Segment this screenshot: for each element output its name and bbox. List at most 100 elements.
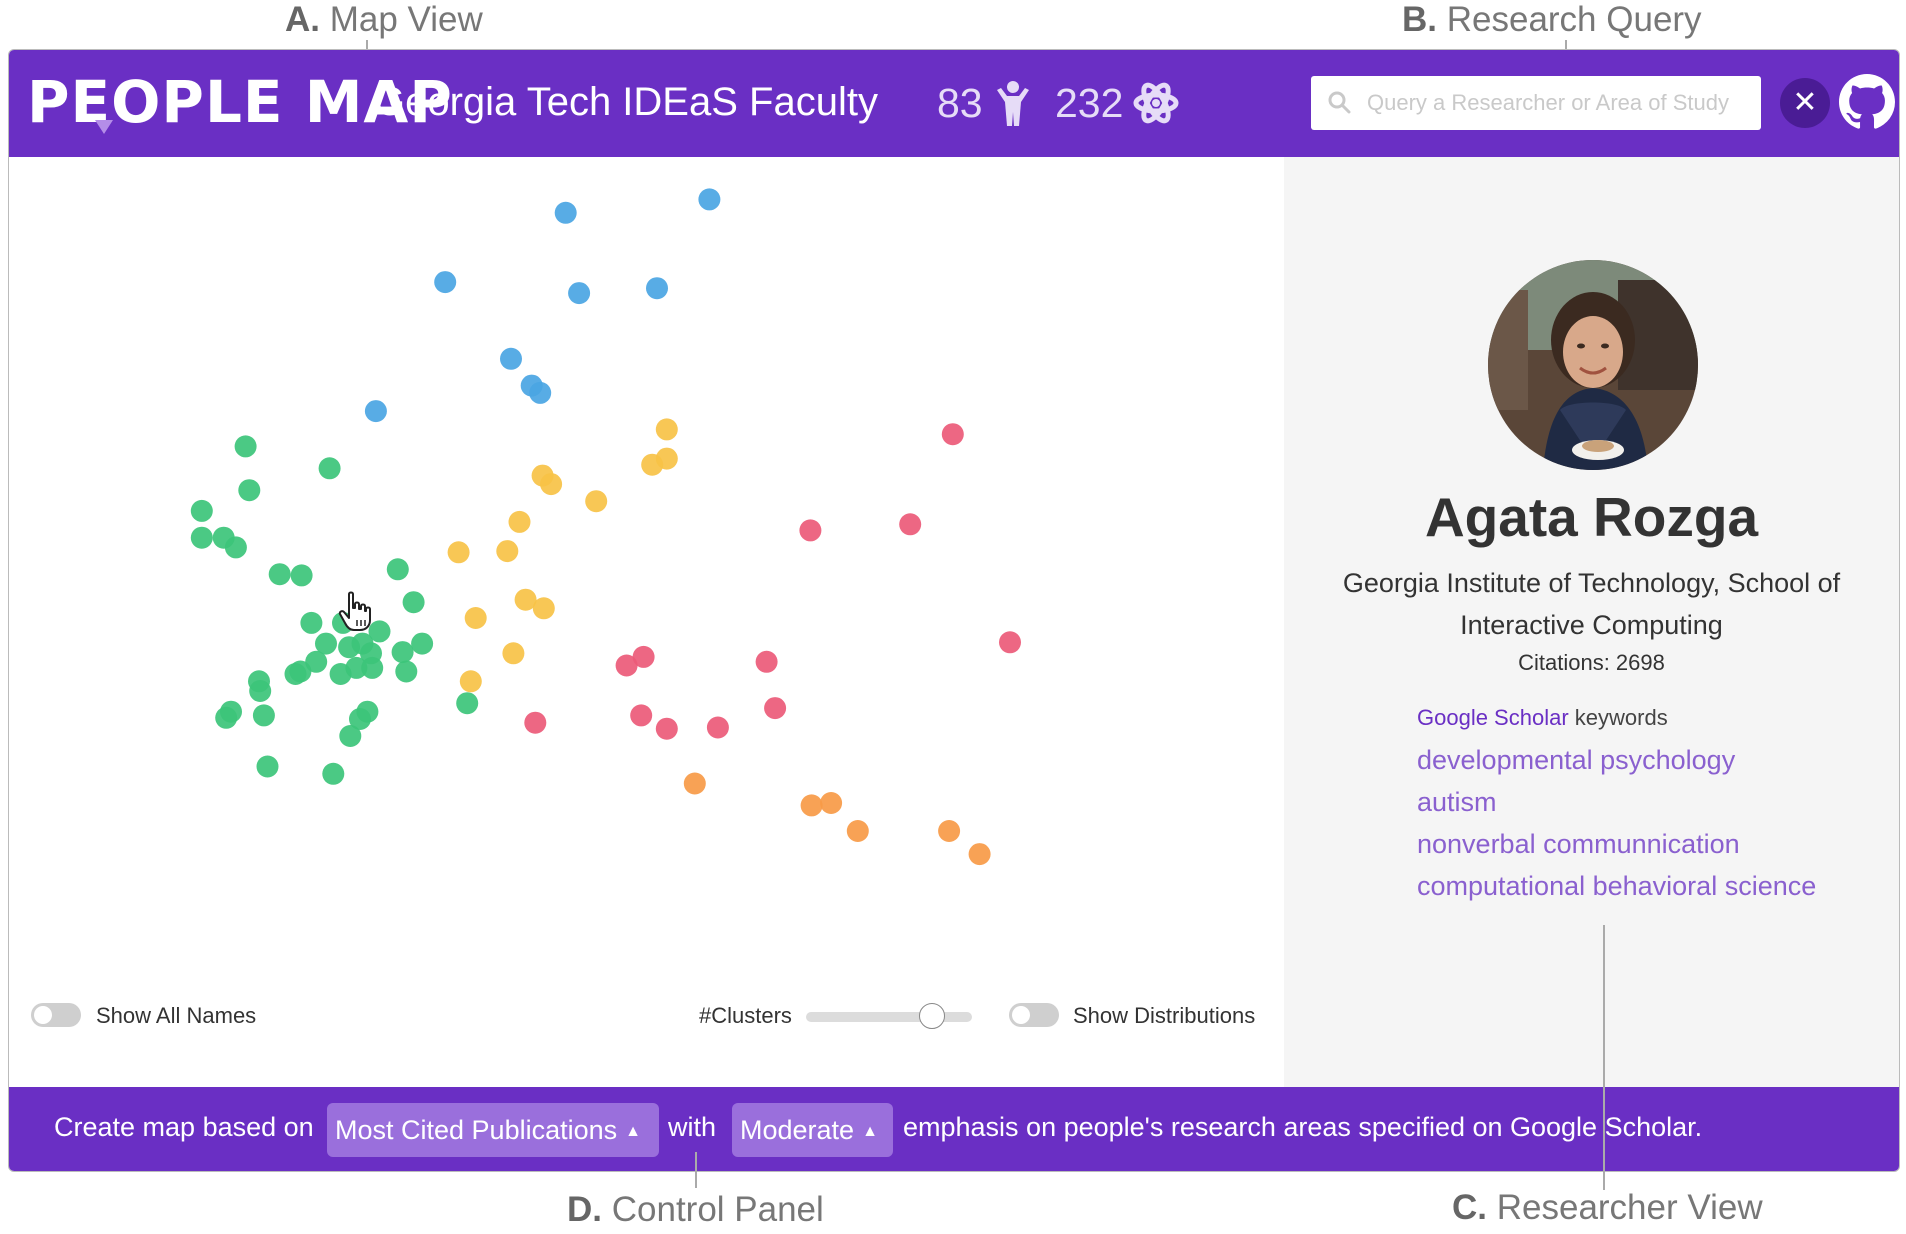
researcher-point-orange[interactable] xyxy=(820,792,843,814)
researcher-point-green[interactable] xyxy=(411,632,434,655)
annotation-research-query: B. Research Query xyxy=(1402,0,1702,39)
researcher-point-green[interactable] xyxy=(249,680,272,702)
people-count: 83 xyxy=(937,80,983,126)
researcher-point-yellow[interactable] xyxy=(655,418,678,441)
clusters-label: #Clusters xyxy=(699,1003,792,1028)
researcher-point-green[interactable] xyxy=(190,526,213,549)
researcher-photo xyxy=(1488,260,1698,470)
control-panel: Create map based on Most Cited Publicati… xyxy=(9,1087,1899,1171)
keyword-link[interactable]: computational behavioral science xyxy=(1417,865,1816,907)
researcher-point-orange[interactable] xyxy=(938,820,961,842)
researcher-point-yellow[interactable] xyxy=(502,642,525,665)
researcher-point-green[interactable] xyxy=(391,641,414,664)
researcher-point-orange[interactable] xyxy=(800,794,823,817)
annotation-researcher-view: C. Researcher View xyxy=(1452,1188,1763,1227)
basis-select[interactable]: Most Cited Publications ▲ xyxy=(327,1103,659,1157)
researcher-point-blue[interactable] xyxy=(434,271,457,294)
researcher-point-yellow[interactable] xyxy=(540,473,563,496)
top-bar: PEOPLE MAP Georgia Tech IDEaS Faculty 83… xyxy=(9,50,1899,157)
show-all-names-toggle[interactable] xyxy=(31,1003,81,1027)
researcher-point-yellow[interactable] xyxy=(585,490,608,513)
researcher-point-green[interactable] xyxy=(395,660,418,683)
search-input[interactable] xyxy=(1367,76,1752,130)
researcher-point-red[interactable] xyxy=(755,650,778,673)
researcher-point-red[interactable] xyxy=(799,519,822,542)
researcher-point-green[interactable] xyxy=(252,704,275,727)
emphasis-select[interactable]: Moderate ▲ xyxy=(732,1103,893,1157)
search-icon xyxy=(1328,91,1351,114)
researcher-point-green[interactable] xyxy=(402,591,425,614)
researcher-point-orange[interactable] xyxy=(683,772,706,795)
researcher-point-red[interactable] xyxy=(764,697,787,720)
researcher-point-green[interactable] xyxy=(361,656,384,679)
clusters-slider-track[interactable] xyxy=(806,1012,972,1022)
show-all-names-label: Show All Names xyxy=(96,1003,257,1028)
researcher-point-green[interactable] xyxy=(318,457,341,480)
researcher-point-blue[interactable] xyxy=(568,282,591,305)
annotation-control-panel: D. Control Panel xyxy=(567,1190,824,1229)
researcher-point-red[interactable] xyxy=(899,513,922,536)
researcher-point-yellow[interactable] xyxy=(459,670,482,693)
researcher-point-green[interactable] xyxy=(190,499,213,522)
researcher-point-green[interactable] xyxy=(268,563,291,586)
researcher-point-green[interactable] xyxy=(238,479,261,502)
topic-count: 232 xyxy=(1055,80,1124,126)
researcher-point-blue[interactable] xyxy=(364,400,387,423)
annotation-map-view: A. Map View xyxy=(285,0,483,39)
researcher-point-yellow[interactable] xyxy=(508,510,531,533)
chevron-up-icon: ▲ xyxy=(625,1122,641,1140)
control-text-1: Create map based on xyxy=(54,1112,314,1142)
researcher-point-green[interactable] xyxy=(322,762,345,785)
google-scholar-link[interactable]: Google Scholar xyxy=(1417,705,1569,730)
map-pin-icon xyxy=(95,120,113,134)
keyword-link[interactable]: autism xyxy=(1417,781,1816,823)
researcher-point-blue[interactable] xyxy=(646,277,668,300)
researcher-point-orange[interactable] xyxy=(846,820,869,842)
researcher-point-yellow[interactable] xyxy=(532,597,555,620)
researcher-point-red[interactable] xyxy=(524,711,547,734)
annotation-control-panel-leader xyxy=(695,1152,697,1188)
researcher-point-orange[interactable] xyxy=(968,843,991,866)
show-distributions-toggle[interactable] xyxy=(1009,1003,1059,1027)
control-text-2: with xyxy=(668,1112,717,1142)
researcher-point-red[interactable] xyxy=(999,631,1021,654)
researcher-point-green[interactable] xyxy=(456,692,479,715)
researcher-point-blue[interactable] xyxy=(529,381,552,404)
researcher-point-red[interactable] xyxy=(630,704,653,727)
researcher-points[interactable] xyxy=(190,188,1021,866)
researcher-point-red[interactable] xyxy=(706,716,729,739)
keyword-link[interactable]: developmental psychology xyxy=(1417,739,1816,781)
dataset-title: Georgia Tech IDEaS Faculty xyxy=(374,80,878,124)
researcher-point-red[interactable] xyxy=(615,654,638,677)
researcher-point-green[interactable] xyxy=(215,706,238,729)
researcher-point-blue[interactable] xyxy=(554,201,577,224)
keyword-link[interactable]: nonverbal communnication xyxy=(1417,823,1816,865)
researcher-point-blue[interactable] xyxy=(698,188,721,211)
researcher-point-yellow[interactable] xyxy=(464,607,487,629)
researcher-point-blue[interactable] xyxy=(500,347,522,370)
researcher-point-green[interactable] xyxy=(234,435,257,458)
research-query-box[interactable] xyxy=(1311,76,1761,130)
researcher-point-red[interactable] xyxy=(941,423,964,446)
keyword-list: developmental psychology autism nonverba… xyxy=(1417,739,1816,907)
github-icon[interactable] xyxy=(1839,74,1895,130)
researcher-point-yellow[interactable] xyxy=(447,541,470,564)
researcher-point-green[interactable] xyxy=(290,564,313,587)
researcher-point-red[interactable] xyxy=(655,717,678,740)
scatter-map[interactable] xyxy=(9,157,1284,1087)
researcher-point-green[interactable] xyxy=(386,558,409,581)
atom-icon xyxy=(1133,82,1179,124)
show-distributions-label: Show Distributions xyxy=(1073,1003,1256,1028)
researcher-point-green[interactable] xyxy=(284,663,307,685)
researcher-point-yellow[interactable] xyxy=(496,540,519,563)
researcher-point-green[interactable] xyxy=(256,755,279,778)
close-button[interactable]: ✕ xyxy=(1780,78,1830,128)
researcher-point-green[interactable] xyxy=(224,536,247,559)
researcher-view: Agata Rozga Georgia Institute of Technol… xyxy=(1284,157,1899,1087)
researcher-point-green[interactable] xyxy=(339,725,362,747)
map-view[interactable]: Show All Names #Clusters Show Distributi… xyxy=(9,157,1284,1087)
researcher-affiliation: Georgia Institute of Technology, School … xyxy=(1342,568,1841,640)
researcher-point-green[interactable] xyxy=(300,611,323,634)
clusters-slider-knob[interactable] xyxy=(919,1003,945,1029)
researcher-point-yellow[interactable] xyxy=(641,453,664,476)
